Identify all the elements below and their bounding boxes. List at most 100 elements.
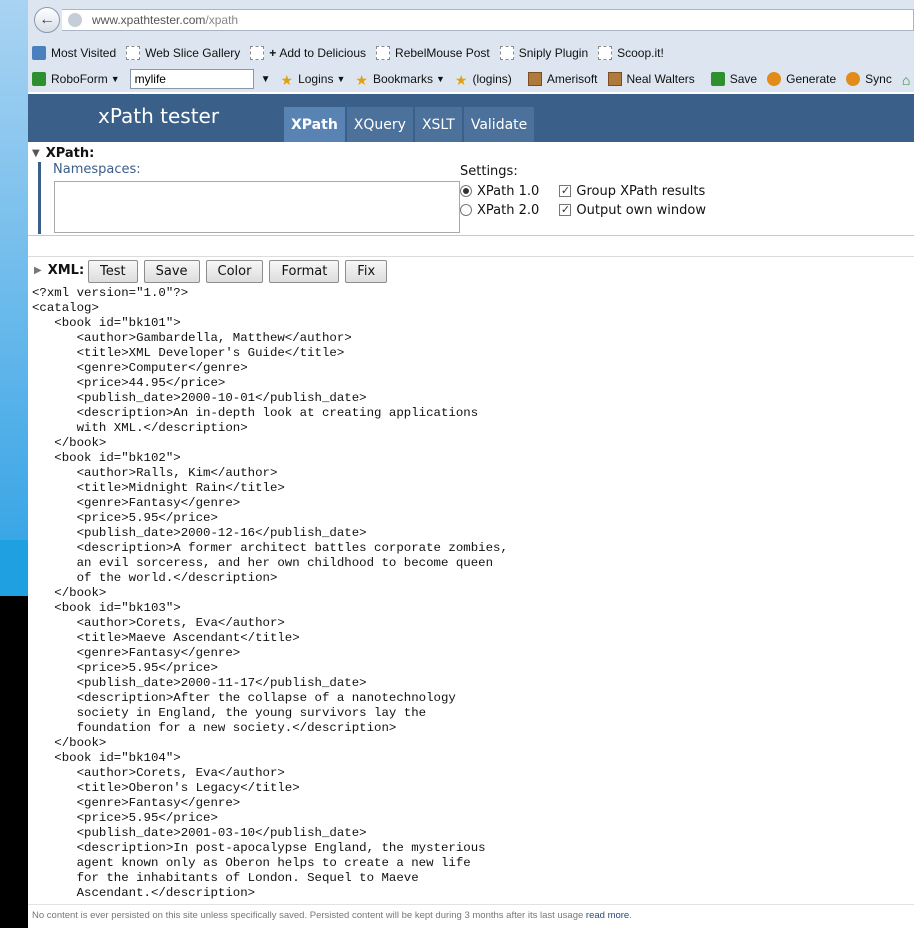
- logins-paren-item[interactable]: ★ (logins): [454, 72, 512, 88]
- bookmark-label: Sniply Plugin: [518, 46, 589, 60]
- footer-text: No content is ever persisted on this sit…: [32, 910, 586, 921]
- bookmark-scoop-it[interactable]: Scoop.it!: [598, 46, 664, 60]
- own-window-option[interactable]: ✓ Output own window: [559, 202, 706, 218]
- most-visited-icon: [32, 46, 46, 60]
- sync-label: Sync: [865, 72, 892, 86]
- xml-panel-title: XML:: [47, 263, 85, 278]
- settings-block: Settings: XPath 1.0 XPath 2.0 ✓ Group XPa…: [460, 164, 706, 218]
- namespaces-block: Namespaces:: [38, 162, 460, 234]
- generate-item[interactable]: Generate: [767, 72, 836, 86]
- navigation-bar: ← www.xpathtester.com/xpath: [28, 0, 914, 40]
- xpath-panel-toggle[interactable]: ▼ XPath:: [32, 146, 94, 161]
- card-icon: [607, 72, 622, 86]
- plus-icon: +: [269, 46, 277, 60]
- group-results-checkbox[interactable]: ✓: [559, 185, 572, 197]
- own-window-label: Output own window: [576, 202, 706, 218]
- tab-xquery[interactable]: XQuery: [346, 107, 413, 142]
- page-icon: [126, 46, 141, 60]
- desktop-edge: [0, 0, 28, 928]
- chevron-down-icon: ▼: [435, 74, 445, 84]
- bookmark-add-to-delicious[interactable]: + Add to Delicious: [250, 46, 366, 60]
- tab-validate[interactable]: Validate: [463, 107, 535, 142]
- roboform-icon: [32, 72, 46, 86]
- app-title: xPath tester: [98, 104, 220, 128]
- roboform-menu[interactable]: RoboForm ▼: [32, 72, 120, 86]
- url-path: /xpath: [205, 13, 239, 27]
- save-label: Save: [729, 72, 758, 86]
- bookmark-sniply-plugin[interactable]: Sniply Plugin: [499, 46, 589, 60]
- identity-dropdown-icon[interactable]: ▼: [261, 74, 271, 85]
- star-icon: ★: [454, 72, 468, 88]
- bookmark-label: Scoop.it!: [617, 46, 664, 60]
- namespaces-input[interactable]: [54, 181, 460, 233]
- bookmark-web-slice-gallery[interactable]: Web Slice Gallery: [126, 46, 240, 60]
- save-item[interactable]: Save: [710, 72, 758, 86]
- bookmarks-label: Bookmarks: [372, 72, 433, 86]
- xpath-1-radio[interactable]: [460, 185, 472, 197]
- xpath-2-radio[interactable]: [460, 204, 472, 216]
- group-results-option[interactable]: ✓ Group XPath results: [559, 184, 706, 199]
- sync-item[interactable]: Sync: [846, 72, 892, 86]
- save-button[interactable]: Save: [143, 260, 200, 283]
- own-window-checkbox[interactable]: ✓: [559, 204, 572, 216]
- triangle-right-icon: ▶: [34, 265, 42, 276]
- bookmark-label: RebelMouse Post: [395, 46, 490, 60]
- bookmark-most-visited[interactable]: Most Visited: [32, 46, 116, 60]
- home-icon: ⌂: [901, 72, 911, 88]
- xpath-2-option[interactable]: XPath 2.0: [460, 202, 540, 218]
- desktop-background-blue: [0, 540, 28, 596]
- read-more-link[interactable]: read more: [586, 910, 629, 921]
- fix-button[interactable]: Fix: [345, 260, 388, 283]
- xml-toolbar: ▶ XML: Test Save Color Format Fix: [28, 256, 914, 286]
- browser-window: ← www.xpathtester.com/xpath Most Visited…: [28, 0, 914, 928]
- triangle-down-icon: ▼: [32, 148, 40, 159]
- logins-menu[interactable]: ★ Logins ▼: [281, 72, 346, 88]
- star-icon: ★: [355, 72, 368, 88]
- color-button[interactable]: Color: [205, 260, 264, 283]
- xpath-panel-title: XPath:: [45, 146, 95, 161]
- format-button[interactable]: Format: [269, 260, 340, 283]
- bookmark-rebelmouse-post[interactable]: RebelMouse Post: [376, 46, 490, 60]
- footer-notice: No content is ever persisted on this sit…: [28, 904, 914, 928]
- card-icon: [527, 72, 542, 86]
- page-icon: [250, 46, 265, 60]
- roboform-toolbar: RoboForm▼ ▼ ★Logins▼ ★Bookmarks▼ ★(login…: [28, 66, 914, 92]
- back-button[interactable]: ←: [34, 7, 60, 33]
- address-bar[interactable]: www.xpathtester.com/xpath: [62, 9, 914, 31]
- tab-xslt[interactable]: XSLT: [414, 107, 462, 142]
- amerisoft-label: Amerisoft: [546, 72, 598, 86]
- output-options: ✓ Group XPath results ✓ Output own window: [559, 179, 706, 218]
- identity-field[interactable]: [129, 69, 254, 89]
- generate-icon: [767, 72, 782, 86]
- logins-label: Logins: [298, 72, 334, 86]
- bookmark-label: Web Slice Gallery: [145, 46, 241, 60]
- xpath-panel: ▼ XPath: Namespaces: Settings: XPath 1.0…: [28, 142, 914, 236]
- bookmark-label: Most Visited: [51, 46, 117, 60]
- roboform-label: RoboForm: [51, 72, 108, 86]
- generate-label: Generate: [786, 72, 837, 86]
- xml-panel-toggle[interactable]: ▶ XML:: [34, 263, 84, 278]
- xpath-1-option[interactable]: XPath 1.0: [460, 184, 539, 199]
- settings-label: Settings:: [460, 164, 518, 179]
- globe-icon: [68, 13, 82, 27]
- desktop-background-top: [0, 0, 28, 540]
- amerisoft-item[interactable]: Amerisoft: [527, 72, 598, 86]
- url-host: www.xpathtester.com: [92, 13, 206, 27]
- namespaces-label: Namespaces:: [53, 162, 141, 177]
- sync-icon: [846, 72, 861, 86]
- xpath-2-label: XPath 2.0: [477, 202, 540, 218]
- test-button[interactable]: Test: [88, 260, 138, 283]
- version-options: XPath 1.0 XPath 2.0: [460, 179, 540, 218]
- xml-editor[interactable]: <?xml version="1.0"?> <catalog> <book id…: [32, 286, 908, 901]
- neal-walters-item[interactable]: Neal Walters: [607, 72, 695, 86]
- app-header: xPath tester XPath XQuery XSLT Validate: [28, 94, 914, 142]
- footer-period: .: [629, 910, 632, 921]
- neal-walters-label: Neal Walters: [626, 72, 695, 86]
- chevron-down-icon: ▼: [110, 74, 120, 84]
- page-icon: [499, 46, 514, 60]
- xml-buttons: Test Save Color Format Fix: [88, 260, 393, 283]
- tab-xpath[interactable]: XPath: [284, 107, 345, 142]
- bookmarks-menu[interactable]: ★ Bookmarks ▼: [355, 72, 445, 88]
- home-item[interactable]: ⌂: [901, 72, 914, 88]
- bookmarks-toolbar: Most Visited Web Slice Gallery + Add to D…: [28, 40, 914, 66]
